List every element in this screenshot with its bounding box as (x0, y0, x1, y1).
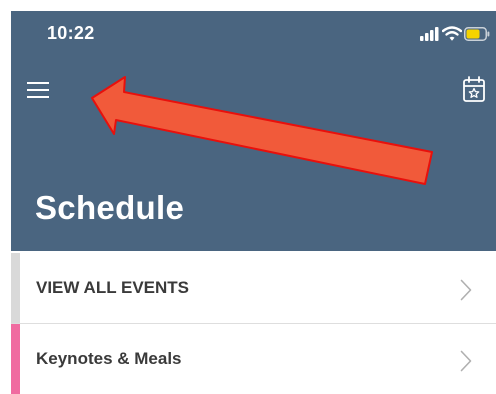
list-item-keynotes-meals[interactable]: Keynotes & Meals (11, 324, 496, 394)
status-time: 10:22 (47, 23, 95, 43)
app-header: 10:22 Schedule (11, 11, 496, 251)
chevron-right-icon (460, 350, 472, 372)
row-accent-bar (11, 324, 20, 394)
hamburger-menu-icon[interactable] (27, 79, 53, 101)
chevron-right-icon (460, 279, 472, 301)
wifi-icon (442, 26, 462, 41)
battery-icon (464, 27, 490, 41)
calendar-star-icon[interactable] (462, 75, 486, 103)
status-icons (420, 26, 490, 43)
signal-icon (420, 27, 439, 41)
list-item-label: VIEW ALL EVENTS (36, 278, 190, 297)
list-item-view-all-events[interactable]: VIEW ALL EVENTS (11, 253, 496, 323)
row-accent-bar (11, 253, 20, 323)
page-title: Schedule (35, 189, 185, 226)
list-item-label: Keynotes & Meals (36, 349, 182, 368)
